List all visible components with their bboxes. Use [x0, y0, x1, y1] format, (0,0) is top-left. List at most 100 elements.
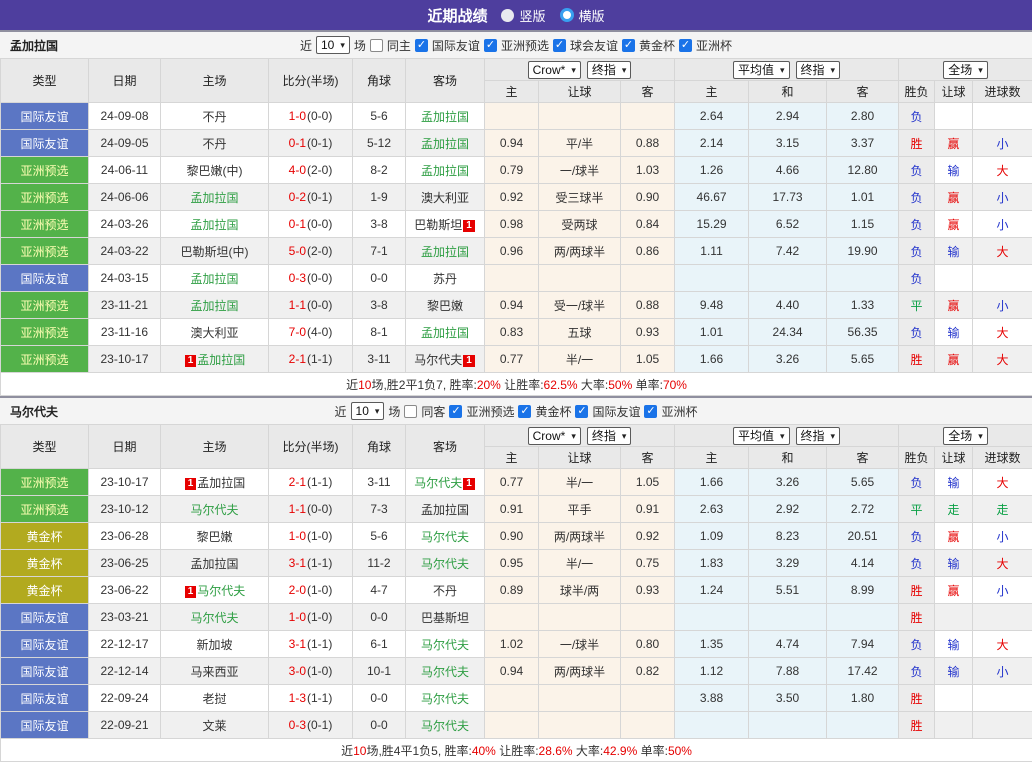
- games-label: 场: [354, 37, 366, 54]
- competition-checkbox-0[interactable]: ✓: [415, 39, 428, 52]
- away-team-cell: 巴勒斯坦1: [406, 211, 485, 238]
- away-team-cell: 不丹: [406, 577, 485, 604]
- match-row: 国际友谊24-09-05不丹0-1(0-1)5-12孟加拉国0.94平/半0.8…: [1, 130, 1032, 157]
- match-date: 24-03-15: [89, 265, 161, 292]
- chevron-down-icon: ▾: [571, 429, 576, 443]
- fulltime-score: 2-0: [289, 583, 306, 597]
- home-team: 不丹: [202, 137, 226, 151]
- fulltime-score: 1-0: [289, 610, 306, 624]
- odds-home: 0.90: [485, 523, 539, 550]
- team-name: 孟加拉国: [10, 37, 58, 54]
- competition-badge: 国际友谊: [1, 265, 89, 292]
- column-header: 比分(半场): [269, 425, 353, 469]
- odds-handicap: 五球: [539, 319, 621, 346]
- halftime-score: (1-0): [307, 610, 332, 624]
- chevron-down-icon: ▾: [831, 63, 836, 77]
- match-row: 亚洲预选24-06-11黎巴嫩(中)4-0(2-0)8-2孟加拉国0.79一/球…: [1, 157, 1032, 184]
- summary-segment: 50%: [608, 378, 632, 392]
- avg-draw: 3.26: [749, 469, 827, 496]
- odds-handicap: 平手: [539, 496, 621, 523]
- fulltime-score: 2-1: [289, 475, 306, 489]
- away-team-cell: 巴基斯坦: [406, 604, 485, 631]
- home-team-cell: 孟加拉国: [161, 292, 269, 319]
- avg-time-select[interactable]: 终指▾: [796, 427, 841, 445]
- avg-home: 2.14: [675, 130, 749, 157]
- summary-segment: 近: [346, 378, 358, 392]
- match-count-select-value: 10: [356, 404, 369, 418]
- odds-home: [485, 712, 539, 739]
- score-cell: 2-1(1-1): [269, 346, 353, 373]
- goals-result-cell: [973, 604, 1032, 631]
- home-team-cell: 1孟加拉国: [161, 346, 269, 373]
- competition-label: 国际友谊: [432, 37, 480, 54]
- radio-vertical-layout[interactable]: 竖版: [501, 6, 545, 25]
- competition-checkbox-2[interactable]: ✓: [575, 405, 588, 418]
- filter-controls: 近10▾场同主✓国际友谊✓亚洲预选✓球会友谊✓黄金杯✓亚洲杯: [300, 36, 732, 54]
- odds-time-select[interactable]: 终指▾: [587, 61, 632, 79]
- halftime-score: (1-1): [307, 637, 332, 651]
- match-date: 24-06-11: [89, 157, 161, 184]
- match-row: 国际友谊24-09-08不丹1-0(0-0)5-6孟加拉国2.642.942.8…: [1, 103, 1032, 130]
- avg-draw: 2.92: [749, 496, 827, 523]
- away-team-cell: 马尔代夫: [406, 631, 485, 658]
- summary-segment: 近: [341, 744, 353, 758]
- away-team: 马尔代夫: [414, 476, 462, 490]
- competition-checkbox-0[interactable]: ✓: [449, 405, 462, 418]
- competition-checkbox-3[interactable]: ✓: [622, 39, 635, 52]
- avg-away: 3.37: [827, 130, 899, 157]
- column-header: 客场: [406, 59, 485, 103]
- scope-select[interactable]: 全场▾: [943, 61, 988, 79]
- match-count-select[interactable]: 10▾: [316, 36, 350, 54]
- bookmaker-select[interactable]: Crow*▾: [528, 61, 581, 79]
- home-team-cell: 澳大利亚: [161, 319, 269, 346]
- competition-checkbox-3[interactable]: ✓: [644, 405, 657, 418]
- same-venue-checkbox[interactable]: [404, 405, 417, 418]
- column-header: 日期: [89, 425, 161, 469]
- competition-checkbox-1[interactable]: ✓: [484, 39, 497, 52]
- avg-time-select[interactable]: 终指▾: [796, 61, 841, 79]
- avg-home: 9.48: [675, 292, 749, 319]
- fulltime-score: 5-0: [289, 244, 306, 258]
- away-team: 马尔代夫: [421, 692, 469, 706]
- odds-away: 0.88: [621, 130, 675, 157]
- competition-label: 亚洲杯: [661, 403, 697, 420]
- match-row: 国际友谊22-09-24老挝1-3(1-1)0-0马尔代夫3.883.501.8…: [1, 685, 1032, 712]
- corners: 3-11: [353, 346, 406, 373]
- summary-segment: 10: [353, 744, 366, 758]
- match-count-select[interactable]: 10▾: [351, 402, 385, 420]
- away-team: 孟加拉国: [421, 110, 469, 124]
- competition-badge: 亚洲预选: [1, 238, 89, 265]
- average-select[interactable]: 平均值▾: [733, 61, 790, 79]
- record-summary: 近10场,胜2平1负7, 胜率:20% 让胜率:62.5% 大率:50% 单率:…: [1, 373, 1032, 396]
- competition-label: 黄金杯: [639, 37, 675, 54]
- sub-column-header: 胜负: [899, 81, 935, 103]
- average-select-value: 平均值: [738, 429, 774, 443]
- odds-home: 0.98: [485, 211, 539, 238]
- odds-handicap: 半/一: [539, 550, 621, 577]
- competition-checkbox-4[interactable]: ✓: [679, 39, 692, 52]
- handicap-result-cell: 赢: [935, 211, 973, 238]
- competition-checkbox-1[interactable]: ✓: [518, 405, 531, 418]
- radio-horizontal-layout[interactable]: 横版: [560, 6, 605, 25]
- away-team: 孟加拉国: [421, 245, 469, 259]
- home-team: 孟加拉国: [190, 299, 238, 313]
- competition-checkbox-2[interactable]: ✓: [553, 39, 566, 52]
- summary-segment: 10: [358, 378, 371, 392]
- same-venue-checkbox[interactable]: [370, 39, 383, 52]
- odds-away: 1.05: [621, 469, 675, 496]
- competition-badge: 亚洲预选: [1, 346, 89, 373]
- page-title: 近期战绩: [427, 5, 487, 26]
- avg-away: [827, 712, 899, 739]
- average-select[interactable]: 平均值▾: [733, 427, 790, 445]
- away-team: 不丹: [433, 584, 457, 598]
- match-date: 24-06-06: [89, 184, 161, 211]
- away-team: 孟加拉国: [421, 503, 469, 517]
- scope-select[interactable]: 全场▾: [943, 427, 988, 445]
- odds-time-select[interactable]: 终指▾: [587, 427, 632, 445]
- competition-badge: 亚洲预选: [1, 469, 89, 496]
- away-team: 马尔代夫: [421, 530, 469, 544]
- score-cell: 1-3(1-1): [269, 685, 353, 712]
- away-team-cell: 马尔代夫: [406, 523, 485, 550]
- avg-draw: 4.66: [749, 157, 827, 184]
- bookmaker-select[interactable]: Crow*▾: [528, 427, 581, 445]
